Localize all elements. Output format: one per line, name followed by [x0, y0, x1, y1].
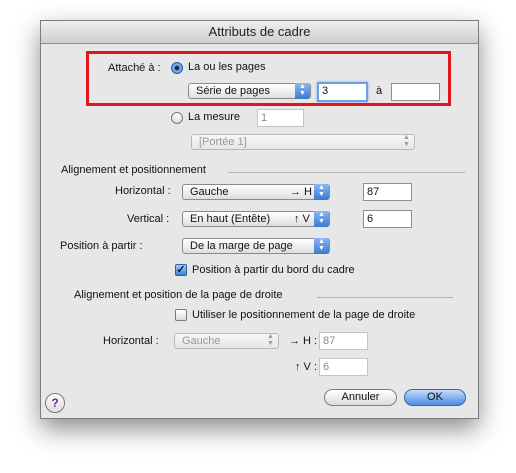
right-horizontal-label: Horizontal :: [103, 335, 159, 347]
right-horizontal-popup[interactable]: Gauche ▲ ▼: [174, 333, 279, 349]
vertical-marker: ↑ V: [294, 213, 310, 225]
vertical-popup-value: En haut (Entête): [190, 213, 271, 225]
right-page-checkbox[interactable]: [175, 309, 187, 321]
staff-popup[interactable]: [Portée 1] ▲ ▼: [191, 134, 415, 150]
frame-edge-checkbox-label[interactable]: Position à partir du bord du cadre: [192, 264, 355, 276]
alignment-section-title: Alignement et positionnement: [61, 164, 206, 176]
horizontal-popup-value: Gauche: [190, 186, 229, 198]
frame-edge-checkbox[interactable]: ✓: [175, 264, 187, 276]
vertical-value-field[interactable]: 6: [363, 210, 412, 228]
right-page-section-title: Alignement et position de la page de dro…: [74, 289, 283, 301]
horizontal-popup[interactable]: Gauche → H ▲ ▼: [182, 184, 330, 200]
measure-radio[interactable]: [171, 112, 183, 124]
popup-arrows-icon: ▲ ▼: [403, 134, 410, 148]
section-divider: [228, 172, 465, 173]
position-from-label: Position à partir :: [60, 240, 143, 252]
position-from-popup[interactable]: De la marge de page ▲ ▼: [182, 238, 330, 254]
right-v-value-field[interactable]: 6: [319, 358, 368, 376]
dialog-title: Attributs de cadre: [41, 21, 478, 44]
right-page-checkbox-label[interactable]: Utiliser le positionnement de la page de…: [192, 309, 415, 321]
popup-arrows-icon: ▲ ▼: [314, 238, 329, 254]
popup-arrows-icon: ▲ ▼: [314, 211, 329, 227]
right-h-value-field[interactable]: 87: [319, 332, 368, 350]
section-divider: [317, 297, 453, 298]
red-highlight-box: [86, 51, 451, 106]
horizontal-marker: → H: [290, 186, 312, 198]
popup-arrows-icon: ▲ ▼: [267, 333, 274, 347]
cancel-button[interactable]: Annuler: [324, 389, 397, 406]
right-horizontal-popup-value: Gauche: [182, 335, 221, 347]
position-from-popup-value: De la marge de page: [190, 240, 293, 252]
horizontal-label: Horizontal :: [115, 185, 171, 197]
vertical-popup[interactable]: En haut (Entête) ↑ V ▲ ▼: [182, 211, 330, 227]
measure-option-label[interactable]: La mesure: [188, 111, 240, 123]
vertical-label: Vertical :: [127, 213, 170, 225]
measure-field[interactable]: 1: [257, 109, 304, 127]
popup-arrows-icon: ▲ ▼: [314, 184, 329, 200]
horizontal-value-field[interactable]: 87: [363, 183, 412, 201]
ok-button[interactable]: OK: [404, 389, 466, 406]
right-h-marker: → H :: [289, 335, 318, 347]
help-button[interactable]: ?: [45, 393, 65, 413]
right-v-marker: ↑ V :: [295, 361, 318, 373]
staff-popup-value: [Portée 1]: [199, 136, 247, 148]
